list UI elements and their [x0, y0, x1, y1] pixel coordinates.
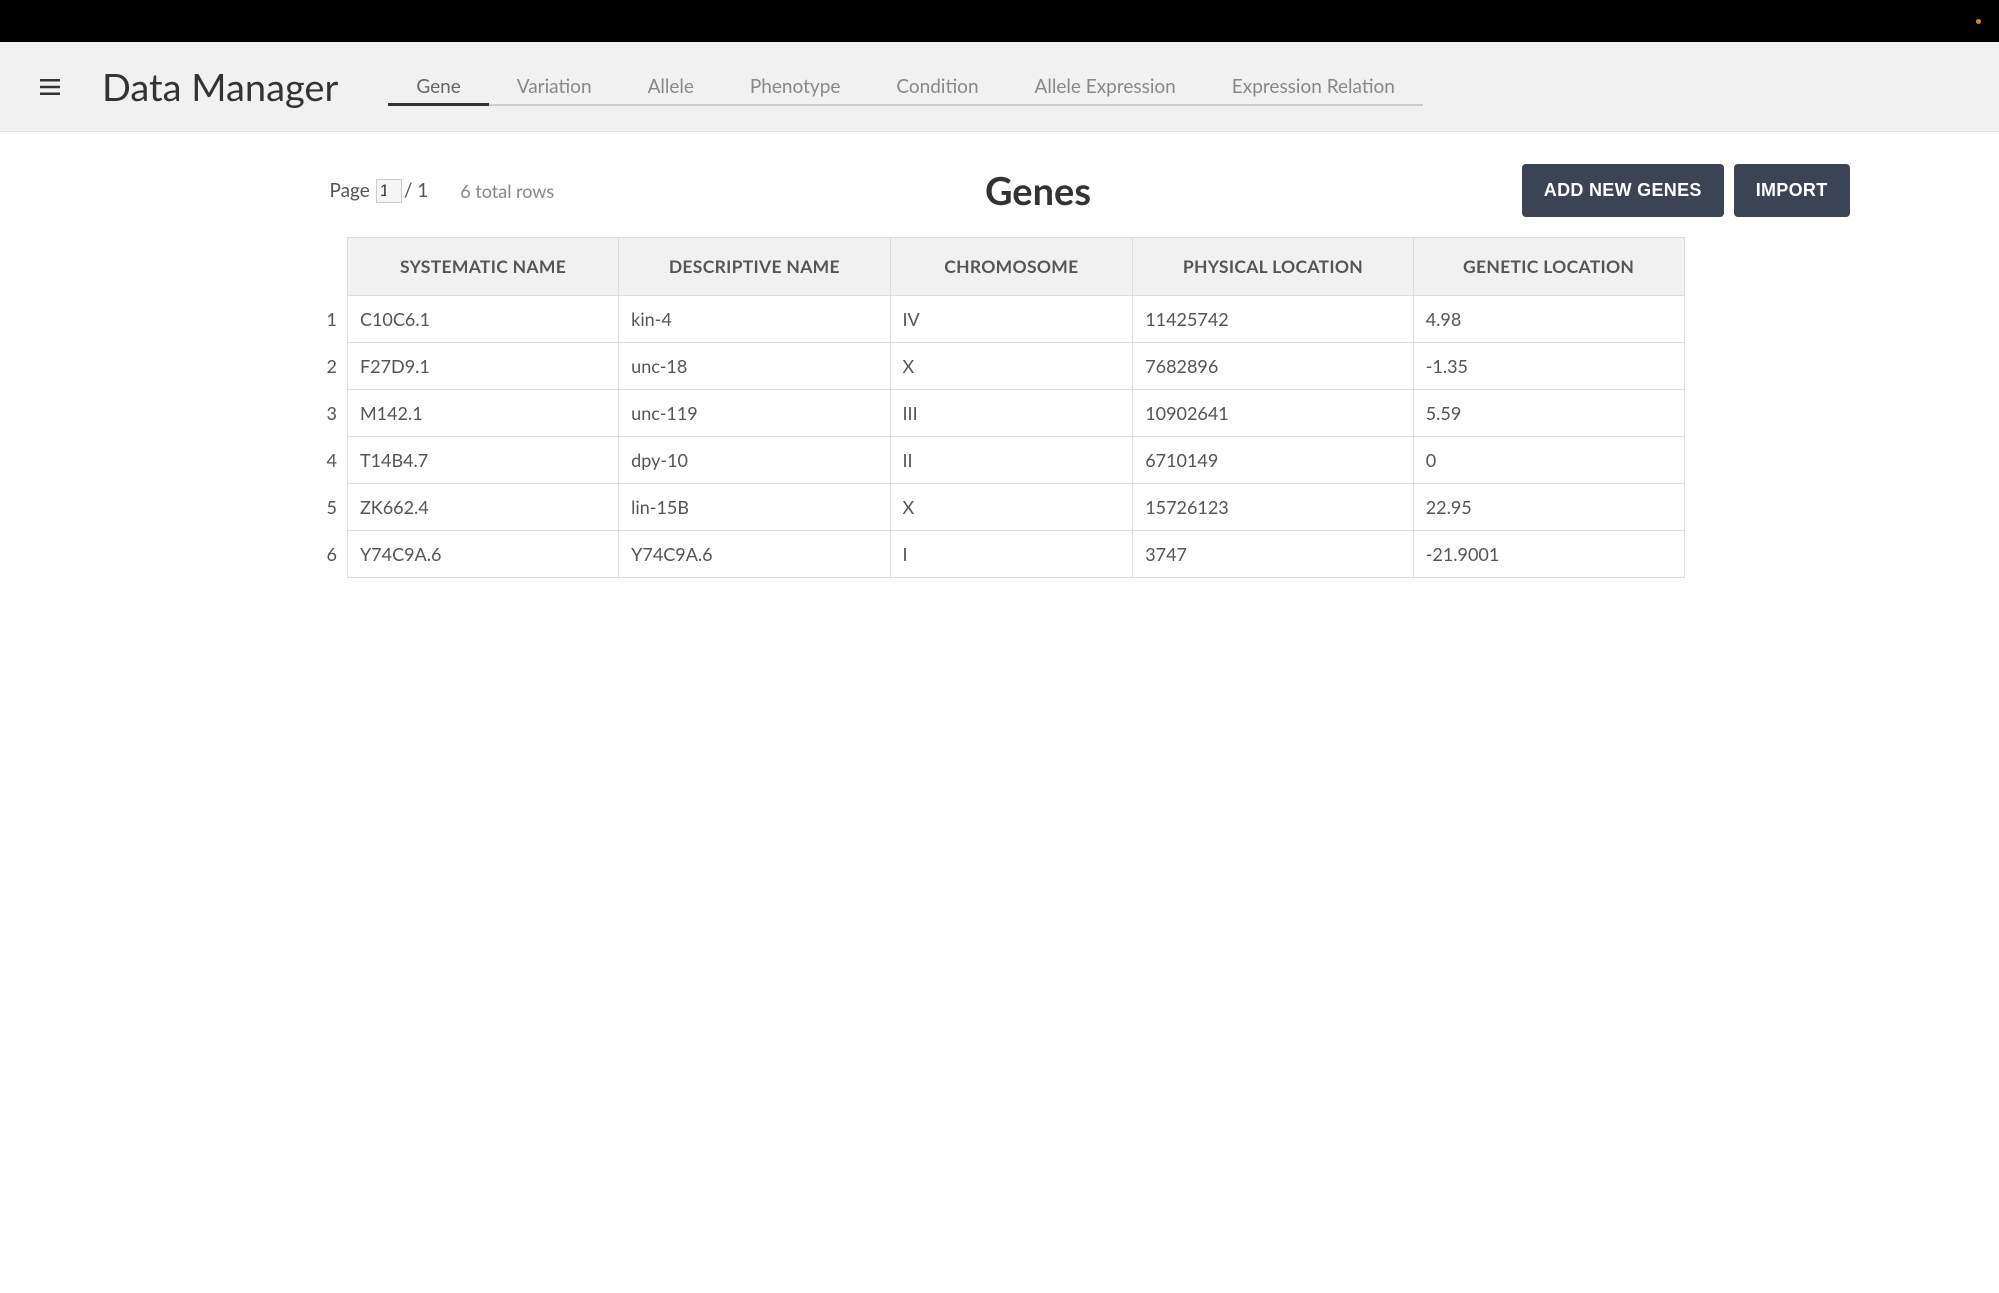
tab-variation[interactable]: Variation — [489, 68, 620, 106]
top-controls-row: Page / 1 6 total rows Genes ADD NEW GENE… — [140, 152, 1860, 227]
cell-descriptive[interactable]: kin-4 — [619, 296, 890, 343]
cell-descriptive[interactable]: unc-18 — [619, 343, 890, 390]
cell-systematic[interactable]: F27D9.1 — [347, 343, 618, 390]
cell-chromosome[interactable]: II — [890, 437, 1133, 484]
cell-physical[interactable]: 10902641 — [1133, 390, 1414, 437]
tab-gene[interactable]: Gene — [388, 68, 488, 106]
app-header: Data Manager Gene Variation Allele Pheno… — [0, 42, 1999, 132]
cell-chromosome[interactable]: IV — [890, 296, 1133, 343]
table-row[interactable]: 4T14B4.7dpy-10II67101490 — [315, 437, 1685, 484]
row-number: 5 — [315, 484, 348, 531]
cell-chromosome[interactable]: X — [890, 484, 1133, 531]
cell-genetic[interactable]: 4.98 — [1413, 296, 1684, 343]
cell-physical[interactable]: 6710149 — [1133, 437, 1414, 484]
table-row[interactable]: 2F27D9.1unc-18X7682896-1.35 — [315, 343, 1685, 390]
row-number: 4 — [315, 437, 348, 484]
cell-systematic[interactable]: M142.1 — [347, 390, 618, 437]
page-title: Genes — [554, 168, 1522, 214]
row-number: 3 — [315, 390, 348, 437]
cell-physical[interactable]: 11425742 — [1133, 296, 1414, 343]
column-descriptive-name[interactable]: DESCRIPTIVE NAME — [619, 238, 890, 296]
total-rows-label: 6 total rows — [460, 180, 554, 202]
cell-systematic[interactable]: ZK662.4 — [347, 484, 618, 531]
cell-systematic[interactable]: T14B4.7 — [347, 437, 618, 484]
main-content: Page / 1 6 total rows Genes ADD NEW GENE… — [0, 132, 1999, 598]
tab-allele[interactable]: Allele — [620, 68, 722, 106]
column-chromosome[interactable]: CHROMOSOME — [890, 238, 1133, 296]
action-buttons: ADD NEW GENES IMPORT — [1522, 164, 1850, 217]
table-header-row: SYSTEMATIC NAME DESCRIPTIVE NAME CHROMOS… — [315, 238, 1685, 296]
cell-chromosome[interactable]: X — [890, 343, 1133, 390]
page-number-input[interactable] — [376, 179, 402, 203]
cell-descriptive[interactable]: unc-119 — [619, 390, 890, 437]
tab-expression-relation[interactable]: Expression Relation — [1204, 68, 1423, 106]
tab-bar: Gene Variation Allele Phenotype Conditio… — [388, 42, 1423, 131]
app-title: Data Manager — [102, 64, 338, 110]
cell-systematic[interactable]: C10C6.1 — [347, 296, 618, 343]
table-container: SYSTEMATIC NAME DESCRIPTIVE NAME CHROMOS… — [315, 237, 1685, 578]
tab-phenotype[interactable]: Phenotype — [722, 68, 868, 106]
cell-physical[interactable]: 7682896 — [1133, 343, 1414, 390]
column-systematic-name[interactable]: SYSTEMATIC NAME — [347, 238, 618, 296]
row-number: 1 — [315, 296, 348, 343]
row-number: 2 — [315, 343, 348, 390]
cell-genetic[interactable]: -1.35 — [1413, 343, 1684, 390]
table-row[interactable]: 3M142.1unc-119III109026415.59 — [315, 390, 1685, 437]
cell-chromosome[interactable]: I — [890, 531, 1133, 578]
row-number: 6 — [315, 531, 348, 578]
window-titlebar — [0, 0, 1999, 42]
cell-physical[interactable]: 15726123 — [1133, 484, 1414, 531]
cell-descriptive[interactable]: Y74C9A.6 — [619, 531, 890, 578]
page-total-label: / 1 — [404, 179, 428, 202]
cell-genetic[interactable]: -21.9001 — [1413, 531, 1684, 578]
cell-descriptive[interactable]: dpy-10 — [619, 437, 890, 484]
cell-systematic[interactable]: Y74C9A.6 — [347, 531, 618, 578]
row-number-header — [315, 238, 348, 296]
page-label: Page — [330, 179, 370, 202]
titlebar-indicator-dot — [1976, 19, 1981, 24]
cell-genetic[interactable]: 22.95 — [1413, 484, 1684, 531]
column-physical-location[interactable]: PHYSICAL LOCATION — [1133, 238, 1414, 296]
tab-condition[interactable]: Condition — [868, 68, 1006, 106]
import-button[interactable]: IMPORT — [1734, 164, 1850, 217]
table-row[interactable]: 5ZK662.4lin-15BX1572612322.95 — [315, 484, 1685, 531]
cell-genetic[interactable]: 5.59 — [1413, 390, 1684, 437]
cell-descriptive[interactable]: lin-15B — [619, 484, 890, 531]
add-new-genes-button[interactable]: ADD NEW GENES — [1522, 164, 1724, 217]
pagination-controls: Page / 1 6 total rows — [330, 179, 555, 203]
genes-table: SYSTEMATIC NAME DESCRIPTIVE NAME CHROMOS… — [315, 237, 1685, 578]
tab-allele-expression[interactable]: Allele Expression — [1007, 68, 1204, 106]
column-genetic-location[interactable]: GENETIC LOCATION — [1413, 238, 1684, 296]
cell-chromosome[interactable]: III — [890, 390, 1133, 437]
hamburger-menu-icon[interactable] — [38, 75, 62, 99]
cell-physical[interactable]: 3747 — [1133, 531, 1414, 578]
cell-genetic[interactable]: 0 — [1413, 437, 1684, 484]
table-row[interactable]: 6Y74C9A.6Y74C9A.6I3747-21.9001 — [315, 531, 1685, 578]
table-row[interactable]: 1C10C6.1kin-4IV114257424.98 — [315, 296, 1685, 343]
